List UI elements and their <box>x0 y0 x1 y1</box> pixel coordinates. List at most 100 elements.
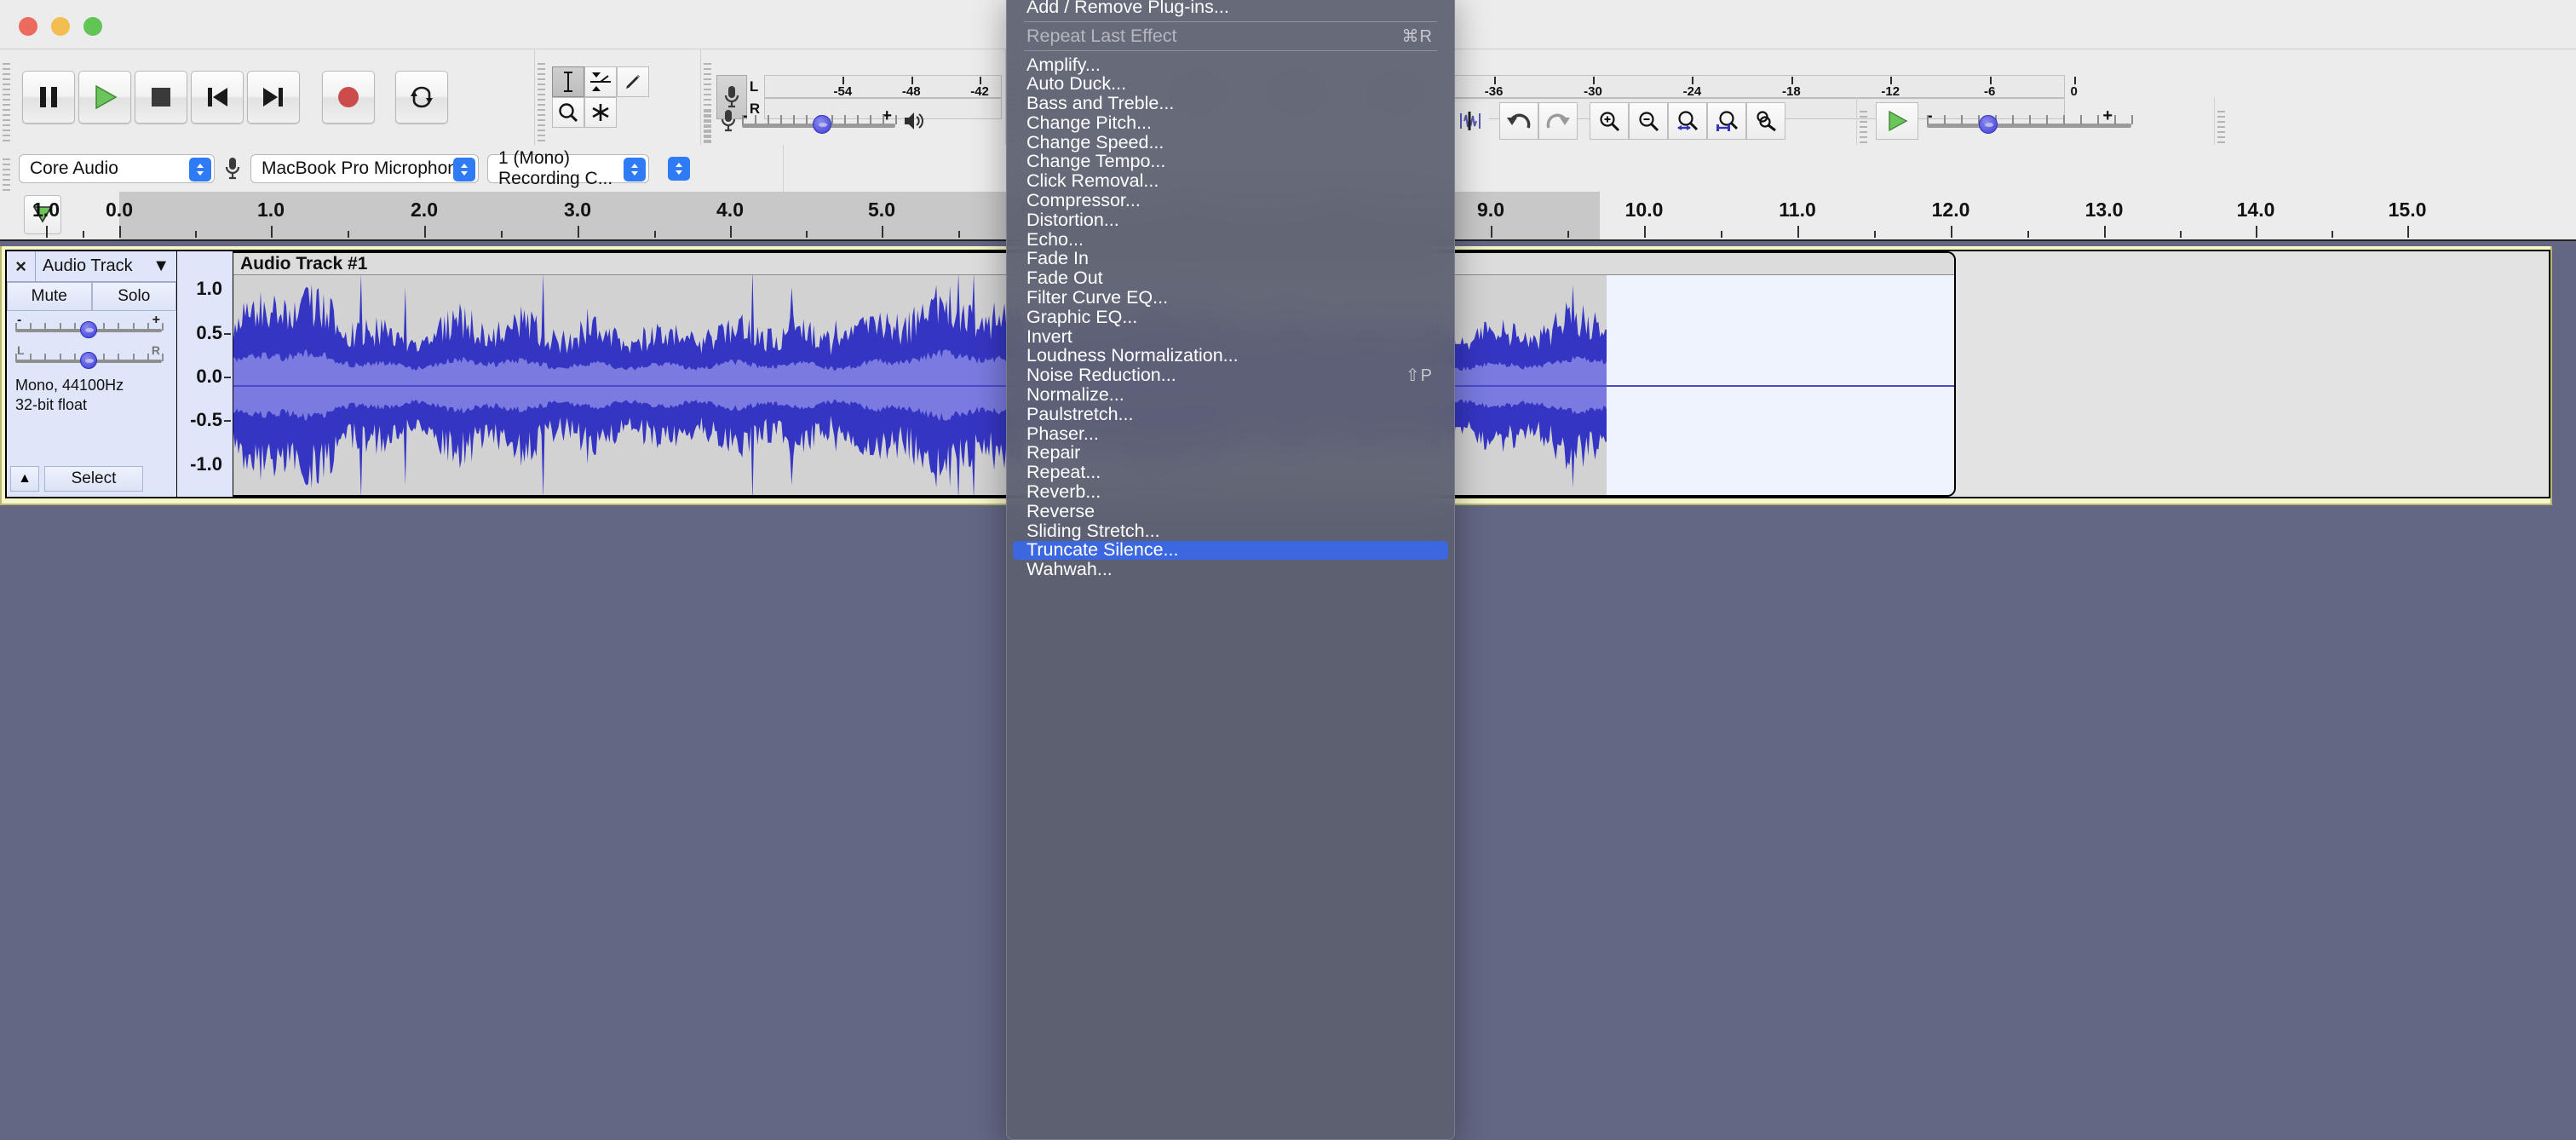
slider-tick <box>1960 115 1963 124</box>
menu-item-noise-reduction[interactable]: Noise Reduction... ⇧P <box>1013 365 1448 385</box>
transport-toolbar-grip[interactable] <box>0 49 14 145</box>
recording-device-select[interactable]: MacBook Pro Microphone <box>250 153 479 183</box>
menu-item-normalize[interactable]: Normalize... <box>1013 384 1448 405</box>
menu-item-invert[interactable]: Invert <box>1013 326 1448 347</box>
collapse-track-button[interactable]: ▲ <box>10 466 39 492</box>
menu-item-shortcut: ⌘R <box>1401 26 1433 46</box>
record-button[interactable] <box>322 71 375 124</box>
tools-toolbar-grip[interactable] <box>535 49 549 145</box>
menu-item-bass-and-treble[interactable]: Bass and Treble... <box>1013 93 1448 113</box>
track-name-dropdown[interactable]: Audio Track ▼ <box>36 251 176 281</box>
menu-item-loudness-normalization[interactable]: Loudness Normalization... <box>1013 345 1448 366</box>
trim-audio-button[interactable] <box>1452 102 1489 140</box>
draw-tool-button[interactable] <box>617 66 649 97</box>
undo-button[interactable] <box>1499 102 1538 140</box>
gain-plus-label: + <box>152 313 160 327</box>
pan-right-label: R <box>151 343 160 357</box>
zoom-toggle-button[interactable] <box>1746 102 1785 140</box>
pause-button[interactable] <box>22 71 75 124</box>
zoom-window-button[interactable] <box>83 17 102 36</box>
multi-tool-button[interactable] <box>584 97 617 128</box>
menu-item-click-removal[interactable]: Click Removal... <box>1013 170 1448 191</box>
solo-button[interactable]: Solo <box>91 282 176 311</box>
zoom-out-button[interactable] <box>1629 102 1668 140</box>
playback-device-stepper-icon[interactable] <box>668 156 690 181</box>
menu-item-filter-curve-eq[interactable]: Filter Curve EQ... <box>1013 287 1448 308</box>
playback-device-select[interactable] <box>658 154 695 183</box>
recording-volume-grip[interactable] <box>701 97 715 145</box>
chevron-down-icon[interactable]: ▼ <box>152 256 170 276</box>
recording-channels-stepper-icon[interactable] <box>624 157 646 181</box>
audio-host-stepper-icon[interactable] <box>189 157 211 181</box>
play-at-speed-slider[interactable]: - + <box>1927 107 2133 134</box>
track-pan-slider[interactable]: L R <box>15 343 164 369</box>
menu-item-auto-duck[interactable]: Auto Duck... <box>1013 73 1448 94</box>
track-format-info: Mono, 44100Hz 32-bit float <box>7 372 176 414</box>
slider-knob[interactable] <box>812 115 831 134</box>
slider-tick <box>147 354 149 361</box>
play-button[interactable] <box>78 71 131 124</box>
fit-selection-button[interactable] <box>1668 102 1707 140</box>
menu-item-phaser[interactable]: Phaser... <box>1013 423 1448 444</box>
minimize-window-button[interactable] <box>51 17 70 36</box>
zoom-in-button[interactable] <box>1590 102 1629 140</box>
menu-item-label: Change Pitch... <box>1026 112 1153 133</box>
play-at-speed-grip[interactable] <box>1857 97 1871 145</box>
menu-item-change-pitch[interactable]: Change Pitch... <box>1013 112 1448 133</box>
timeline-tick-label: 4.0 <box>716 199 744 221</box>
track-gain-slider[interactable]: - + <box>15 313 164 338</box>
menu-item-paulstretch[interactable]: Paulstretch... <box>1013 404 1448 424</box>
menu-item-graphic-eq[interactable]: Graphic EQ... <box>1013 307 1448 327</box>
zoom-tool-button[interactable] <box>552 97 584 128</box>
slider-knob[interactable] <box>80 352 97 369</box>
track-vertical-ruler[interactable]: 1.0 0.5 0.0 -0.5 -1.0 <box>177 251 233 497</box>
menu-item-reverse[interactable]: Reverse <box>1013 501 1448 521</box>
recording-volume-slider[interactable]: - + <box>742 107 897 134</box>
track-control-panel[interactable]: × Audio Track ▼ Mute Solo - + L R Mono, … <box>7 251 177 497</box>
menu-item-compressor[interactable]: Compressor... <box>1013 190 1448 210</box>
meter-tick <box>1890 77 1893 84</box>
menu-item-change-tempo[interactable]: Change Tempo... <box>1013 151 1448 171</box>
menu-item-echo[interactable]: Echo... <box>1013 229 1448 250</box>
skip-to-start-button[interactable] <box>191 71 244 124</box>
playback-volume-grip[interactable] <box>2215 97 2228 145</box>
mute-button[interactable]: Mute <box>7 282 92 311</box>
fit-project-button[interactable] <box>1707 102 1746 140</box>
select-track-button[interactable]: Select <box>44 466 143 492</box>
loop-button[interactable] <box>395 71 448 124</box>
menu-item-wahwah[interactable]: Wahwah... <box>1013 559 1448 579</box>
menu-item-repeat[interactable]: Repeat... <box>1013 462 1448 483</box>
menu-item-amplify[interactable]: Amplify... <box>1013 55 1448 75</box>
gain-minus-label: - <box>17 313 22 327</box>
meter-tick <box>1692 77 1694 84</box>
menu-item-repair[interactable]: Repair <box>1013 442 1448 463</box>
envelope-tool-button[interactable] <box>584 66 617 97</box>
menu-item-distortion[interactable]: Distortion... <box>1013 210 1448 230</box>
menu-item-change-speed[interactable]: Change Speed... <box>1013 132 1448 153</box>
device-toolbar-grip[interactable] <box>0 145 14 192</box>
slider-knob[interactable] <box>1979 115 1998 134</box>
menu-item-truncate-silence[interactable]: Truncate Silence... <box>1013 539 1448 560</box>
menu-item-label: Repeat... <box>1026 462 1101 483</box>
menu-item-add-remove-plug-ins[interactable]: Add / Remove Plug-ins... <box>1013 0 1448 17</box>
close-track-button[interactable]: × <box>7 251 36 281</box>
menu-item-fade-in[interactable]: Fade In <box>1013 248 1448 268</box>
skip-to-end-button[interactable] <box>247 71 300 124</box>
recording-device-stepper-icon[interactable] <box>453 157 475 181</box>
menu-item-sliding-stretch[interactable]: Sliding Stretch... <box>1013 521 1448 541</box>
stop-button[interactable] <box>135 71 187 124</box>
play-at-speed-button[interactable] <box>1876 102 1918 140</box>
menu-item-fade-out[interactable]: Fade Out <box>1013 268 1448 288</box>
recording-volume-speaker-icon <box>905 112 923 130</box>
recording-channels-select[interactable]: 1 (Mono) Recording C... <box>487 148 649 188</box>
redo-button[interactable] <box>1538 102 1578 140</box>
selection-tool-button[interactable] <box>552 66 584 97</box>
slider-tick <box>118 354 120 361</box>
audio-host-select[interactable]: Core Audio <box>19 153 215 183</box>
menu-item-reverb[interactable]: Reverb... <box>1013 481 1448 502</box>
timeline-tick-label: 0.0 <box>106 199 133 221</box>
close-window-button[interactable] <box>19 17 37 36</box>
effect-menu[interactable]: Add / Remove Plug-ins... Repeat Last Effe… <box>1006 0 1455 1140</box>
timeline-minor-tick <box>2027 231 2029 238</box>
slider-knob[interactable] <box>80 321 97 338</box>
